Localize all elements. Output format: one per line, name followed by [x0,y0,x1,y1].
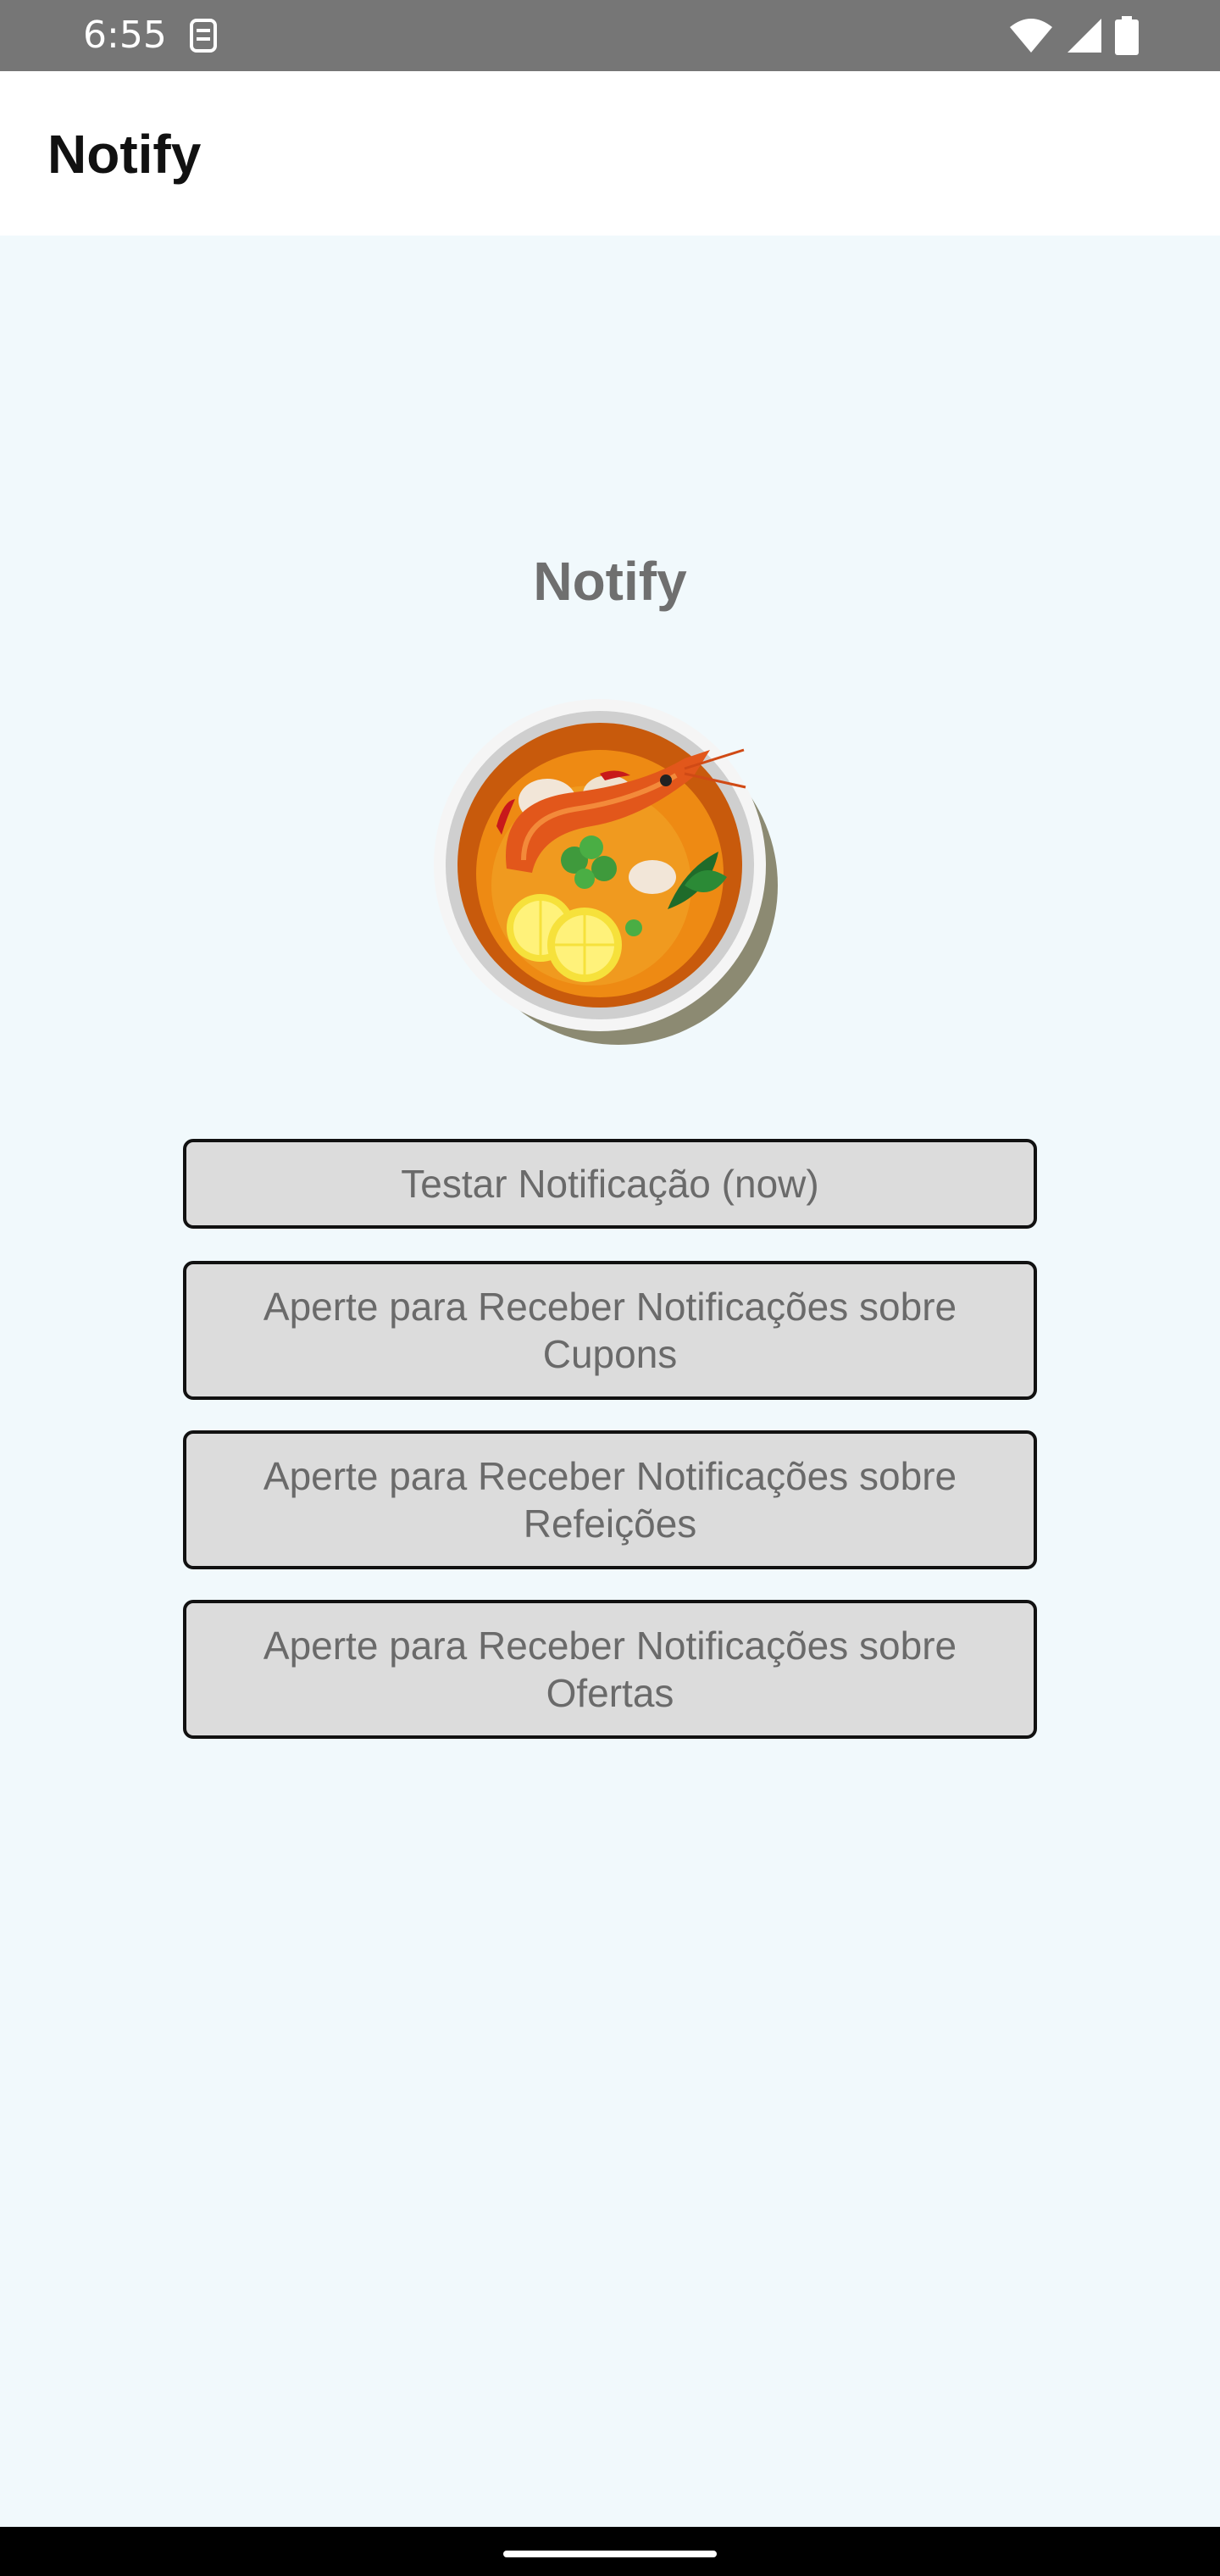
wifi-icon [1010,19,1052,53]
status-time: 6:55 [83,14,167,57]
status-icons [1008,14,1139,58]
offers-notifications-button[interactable]: Aperte para Receber Notificações sobre O… [183,1600,1037,1739]
coupons-notifications-button[interactable]: Aperte para Receber Notificações sobre C… [183,1261,1037,1400]
shrimp-soup-bowl-image [434,699,778,1045]
navigation-bar [0,2527,1220,2576]
app-bar: Notify [0,71,1220,236]
meals-notifications-button[interactable]: Aperte para Receber Notificações sobre R… [183,1430,1037,1569]
status-bar: 6:55 [0,0,1220,71]
battery-icon [1115,16,1139,55]
home-gesture-handle[interactable] [503,2551,717,2557]
cellular-signal-icon [1068,19,1101,53]
app-bar-title: Notify [47,124,202,185]
sim-card-icon [190,19,217,53]
test-notification-button[interactable]: Testar Notificação (now) [183,1139,1037,1229]
page-heading: Notify [533,551,687,612]
